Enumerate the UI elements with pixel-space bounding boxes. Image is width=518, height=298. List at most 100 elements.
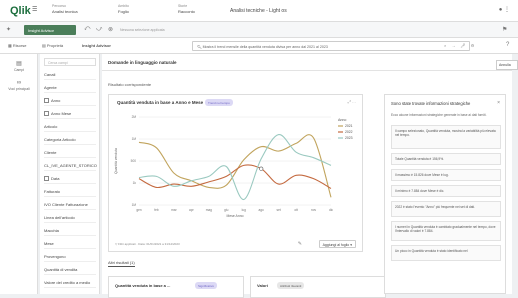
insights-panel: Sono state trovate informazioni strategi… bbox=[384, 94, 506, 294]
sidebar-item-fields[interactable]: ▤ Campi bbox=[4, 60, 34, 72]
field-item[interactable]: Canali bbox=[44, 68, 96, 80]
result-card[interactable]: Quantità venduta in base a ... Significa… bbox=[108, 276, 244, 298]
result-card-title: Valori bbox=[257, 283, 268, 288]
x-axis-label: Mese Anno bbox=[227, 214, 244, 218]
filter-footer: ▽ Filtri applicati · Data: 01/01/2021 a … bbox=[115, 242, 180, 246]
insights-title: Sono state trovate informazioni strategi… bbox=[391, 101, 471, 106]
field-item[interactable]: Mese bbox=[44, 237, 96, 249]
insight-item: I numeri in Quantità venduta è cambiato … bbox=[391, 221, 501, 241]
close-icon[interactable]: × bbox=[497, 100, 500, 106]
qlik-logo[interactable]: Qlik bbox=[10, 5, 31, 17]
app-title[interactable]: Analisi tecniche - Light os bbox=[230, 8, 287, 14]
x-tick-label: apr bbox=[189, 208, 195, 212]
left-sidebar: ▤ Campi ∞ Voci principali bbox=[0, 54, 38, 294]
x-tick-label: nov bbox=[311, 208, 317, 212]
lightbulb-icon[interactable]: ✦ bbox=[6, 26, 11, 33]
table-icon: ▤ bbox=[16, 61, 22, 67]
legend-title: Anno bbox=[338, 118, 346, 122]
field-item[interactable]: Anno Mese bbox=[44, 107, 96, 119]
hamburger-menu-icon[interactable]: ☰ bbox=[32, 6, 37, 13]
field-item[interactable]: Macchia bbox=[44, 224, 96, 236]
insight-item: Il campo selezionato, Quantità venduta, … bbox=[391, 125, 501, 149]
insights-subtitle: Ecco alcune informazioni strategiche gen… bbox=[391, 113, 487, 117]
calendar-icon bbox=[44, 111, 49, 116]
field-item[interactable]: Cliente bbox=[44, 146, 96, 158]
field-item[interactable]: Provengono bbox=[44, 250, 96, 262]
y-tick-label: 1M bbox=[132, 137, 137, 141]
insight-item: 2022 è stato l'evento "Anno" più frequen… bbox=[391, 201, 501, 217]
help-icon[interactable]: ? bbox=[506, 42, 509, 48]
more-results-tab[interactable]: Altri risultati (1) bbox=[108, 260, 135, 267]
link-icon: ∞ bbox=[16, 80, 22, 86]
forward-icon[interactable]: ⤻ bbox=[96, 26, 102, 33]
main-content: Domande in linguaggio naturale Risultato… bbox=[102, 54, 512, 298]
field-item[interactable]: IVO Cliente Fatturazione bbox=[44, 198, 96, 210]
legend-entry: 2021 bbox=[345, 124, 353, 128]
field-item[interactable]: CL_IVE_AGENTE_STORICO bbox=[44, 159, 97, 171]
natural-language-search-input[interactable]: 🔍︎ Mostra il trend mensile della quantit… bbox=[192, 41, 470, 51]
x-tick-label: dic bbox=[329, 208, 333, 212]
field-list-panel: Cerca campi Canali Agente Anno Anno Mese… bbox=[40, 54, 100, 294]
sidebar-item-master-items[interactable]: ∞ Voci principali bbox=[4, 80, 34, 91]
field-item[interactable]: Anno bbox=[44, 94, 96, 106]
user-menu-icon[interactable]: ● ⋮ bbox=[499, 6, 510, 13]
field-item[interactable]: Fatturato bbox=[44, 185, 96, 197]
y-tick-label: 1M bbox=[132, 203, 137, 207]
line-chart[interactable]: 1M 1k 500 1M 2M gen feb mar apr mag giu lug ago set ot… bbox=[109, 109, 364, 237]
field-search-input[interactable]: Cerca campi bbox=[44, 58, 96, 66]
calendar-icon bbox=[44, 98, 49, 103]
legend-entry: 2022 bbox=[345, 130, 353, 134]
result-card-tag: Attributi rilevanti bbox=[277, 282, 305, 289]
top-bar: Qlik ☰ Percorso Analisi tecnica Ambito Fog… bbox=[0, 0, 518, 22]
crumb-path[interactable]: Percorso Analisi tecnica bbox=[52, 4, 78, 14]
add-to-sheet-button[interactable]: Aggiungi al foglio ▾ bbox=[318, 240, 356, 248]
field-item[interactable]: Agente bbox=[44, 81, 96, 93]
field-item[interactable]: Categoria Articolo bbox=[44, 133, 96, 145]
advisor-label: Insight Advisor bbox=[82, 43, 111, 48]
cancel-button[interactable]: Annulla bbox=[496, 60, 518, 70]
result-label: Risultato corrispondente bbox=[108, 82, 152, 87]
field-item[interactable]: Linea dell'articolo bbox=[44, 211, 96, 223]
insight-item: Il massimo è 15.826 dove Mese è lug. bbox=[391, 169, 501, 181]
result-card-title: Quantità venduta in base a ... bbox=[115, 283, 171, 288]
field-item[interactable]: Valore del credito a medio bbox=[44, 276, 96, 288]
series-line-2021[interactable] bbox=[138, 134, 332, 198]
properties-tab[interactable]: ▤ Proprietà bbox=[42, 43, 63, 48]
insight-item: Un picco in Quantità venduta è stato ide… bbox=[391, 245, 501, 261]
chart-tag: Trend nel tempo bbox=[205, 99, 233, 106]
back-icon[interactable]: ⤺ bbox=[84, 26, 90, 33]
bookmark-icon[interactable]: ⚑ bbox=[502, 26, 507, 33]
assets-tab[interactable]: ▦ Risorse bbox=[8, 43, 26, 48]
x-tick-label: ago bbox=[259, 208, 265, 212]
x-tick-label: mag bbox=[206, 208, 212, 212]
insight-item: Totale Quantità venduta è 156,9%. bbox=[391, 153, 501, 165]
selection-hint: Nessuna selezione applicata bbox=[120, 28, 165, 32]
chart-card[interactable]: Quantità venduta in base a Anno e Mese T… bbox=[108, 94, 363, 252]
crumb-stories[interactable]: Storie Racconto bbox=[178, 4, 195, 14]
series-line-2023[interactable] bbox=[138, 134, 332, 201]
search-controls[interactable]: × → 🎤︎ ⚙ bbox=[444, 43, 476, 48]
insight-advisor-button[interactable]: Insight Advisor bbox=[24, 25, 76, 35]
y-tick-label: 500 bbox=[131, 159, 137, 163]
result-card[interactable]: Valori Attributi rilevanti bbox=[250, 276, 386, 298]
expand-icon[interactable]: ⤢ ⋯ bbox=[348, 99, 356, 104]
x-tick-label: set bbox=[277, 208, 281, 212]
insight-item: Il minimo è 7.884 dove Mese è dic. bbox=[391, 185, 501, 197]
chart-title: Quantità venduta in base a Anno e Mese bbox=[117, 100, 204, 105]
y-axis-label: Quantità venduta bbox=[114, 148, 118, 174]
x-tick-label: lug bbox=[242, 208, 246, 212]
advisor-toolbar: ▦ Risorse ▤ Proprietà Insight Advisor 🔍︎… bbox=[0, 38, 518, 54]
x-tick-label: mar bbox=[171, 208, 177, 212]
field-item[interactable]: Data bbox=[44, 172, 96, 184]
clear-selection-icon[interactable]: ⊗ bbox=[108, 26, 113, 33]
hover-marker bbox=[259, 166, 264, 171]
legend-entry: 2023 bbox=[345, 136, 353, 140]
field-item[interactable]: Articolo bbox=[44, 120, 96, 132]
crumb-scope[interactable]: Ambito Foglio bbox=[118, 4, 129, 14]
x-tick-label: feb bbox=[154, 208, 159, 212]
edit-icon[interactable]: ✎ bbox=[298, 241, 302, 247]
y-tick-label: 1k bbox=[133, 181, 137, 185]
x-tick-label: ott bbox=[294, 208, 298, 212]
divider bbox=[102, 70, 512, 71]
field-item[interactable]: Quantità di vendita bbox=[44, 263, 96, 275]
